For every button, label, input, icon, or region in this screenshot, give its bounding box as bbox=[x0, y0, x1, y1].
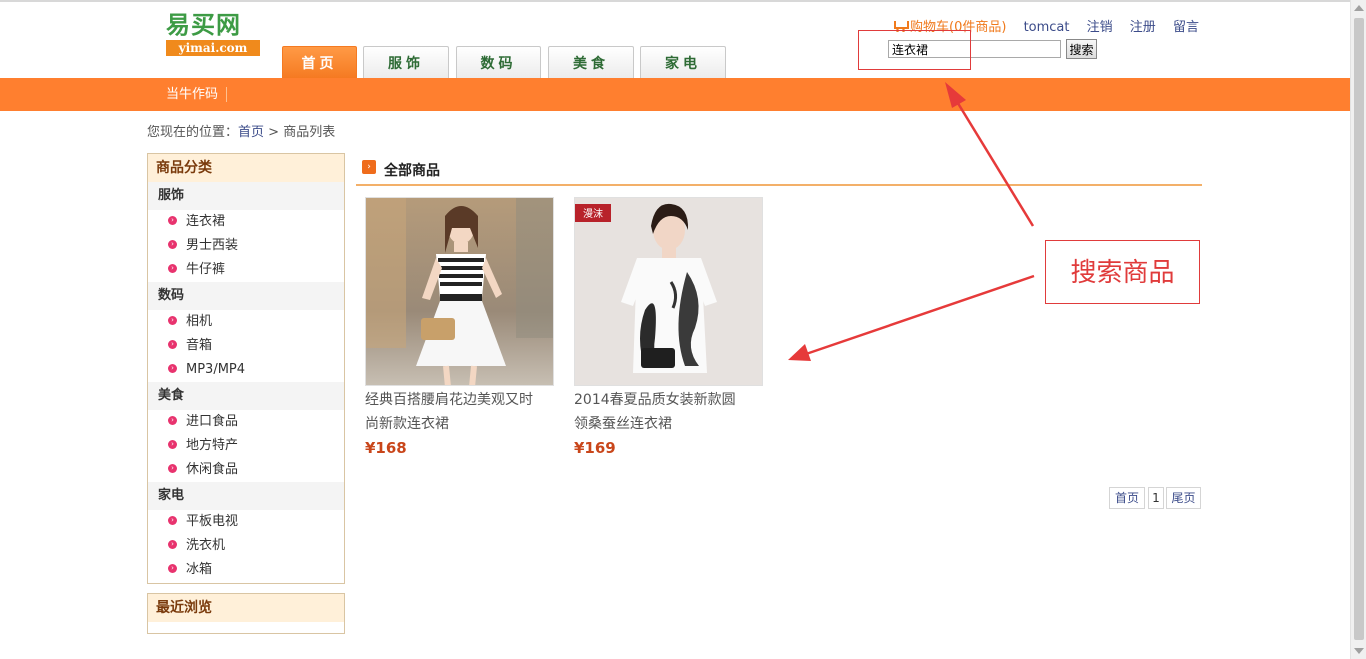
scroll-up-icon[interactable] bbox=[1354, 5, 1364, 11]
category-group-food[interactable]: 美食 bbox=[148, 382, 344, 410]
vertical-scrollbar[interactable] bbox=[1350, 0, 1366, 659]
product-image[interactable]: 漫沫 bbox=[574, 197, 763, 386]
sub-nav-bar: 当牛作码 bbox=[0, 78, 1350, 111]
category-item[interactable]: › 音箱 bbox=[148, 334, 344, 358]
nav-tab-home[interactable]: 首页 bbox=[282, 46, 357, 78]
product-price: ¥169 bbox=[574, 439, 616, 457]
recent-panel: 最近浏览 bbox=[147, 593, 345, 634]
top-border bbox=[0, 0, 1350, 2]
bullet-arrow-icon: › bbox=[168, 316, 177, 325]
bullet-arrow-icon: › bbox=[168, 264, 177, 273]
category-group-digital[interactable]: 数码 bbox=[148, 282, 344, 310]
bullet-arrow-icon: › bbox=[168, 540, 177, 549]
category-item[interactable]: › 相机 bbox=[148, 310, 344, 334]
nav-tab-clothing[interactable]: 服饰 bbox=[363, 46, 449, 78]
product-card: 经典百搭腰肩花边美观又时 尚新款连衣裙 ¥168 bbox=[365, 197, 555, 460]
product-image[interactable] bbox=[365, 197, 554, 386]
category-item[interactable]: › 进口食品 bbox=[148, 410, 344, 434]
category-item[interactable]: › 地方特产 bbox=[148, 434, 344, 458]
category-item[interactable]: › 休闲食品 bbox=[148, 458, 344, 482]
user-link[interactable]: tomcat bbox=[1024, 20, 1070, 35]
search-highlight-box bbox=[858, 30, 971, 70]
bullet-arrow-icon: › bbox=[168, 440, 177, 449]
annotation-arrow-line bbox=[805, 274, 1035, 356]
category-item[interactable]: › 洗衣机 bbox=[148, 534, 344, 558]
annotation-arrow-head bbox=[788, 344, 811, 361]
recent-title: 最近浏览 bbox=[148, 594, 344, 622]
register-link[interactable]: 注册 bbox=[1130, 16, 1156, 35]
product-price: ¥168 bbox=[365, 439, 407, 457]
category-item[interactable]: › 冰箱 bbox=[148, 558, 344, 582]
category-item[interactable]: › 连衣裙 bbox=[148, 210, 344, 234]
arrow-right-icon: › bbox=[362, 160, 376, 174]
bullet-arrow-icon: › bbox=[168, 240, 177, 249]
product-name[interactable]: 2014春夏品质女装新款圆 领桑蚕丝连衣裙 bbox=[574, 388, 764, 436]
category-item[interactable]: › 平板电视 bbox=[148, 510, 344, 534]
logo-chinese: 易买网 bbox=[166, 10, 241, 39]
page-number[interactable]: 1 bbox=[1148, 487, 1164, 509]
logo-english: yimai.com bbox=[166, 40, 260, 56]
bullet-arrow-icon: › bbox=[168, 464, 177, 473]
category-group-appliance[interactable]: 家电 bbox=[148, 482, 344, 510]
site-logo[interactable]: 易买网 yimai.com bbox=[166, 10, 260, 60]
category-item[interactable]: › 男士西装 bbox=[148, 234, 344, 258]
breadcrumb-current: 商品列表 bbox=[283, 125, 336, 140]
breadcrumb: 您现在的位置：首页 > 商品列表 bbox=[147, 121, 335, 140]
bullet-arrow-icon: › bbox=[168, 364, 177, 373]
bullet-arrow-icon: › bbox=[168, 416, 177, 425]
bullet-arrow-icon: › bbox=[168, 564, 177, 573]
product-list-title: 全部商品 bbox=[384, 163, 440, 179]
product-list-header: › 全部商品 bbox=[356, 154, 1202, 186]
product-brand-tag: 漫沫 bbox=[583, 208, 603, 220]
category-item[interactable]: › 牛仔裤 bbox=[148, 258, 344, 282]
message-link[interactable]: 留言 bbox=[1173, 16, 1199, 35]
breadcrumb-home[interactable]: 首页 bbox=[238, 125, 264, 140]
last-page-button[interactable]: 尾页 bbox=[1166, 487, 1201, 509]
bullet-arrow-icon: › bbox=[168, 340, 177, 349]
nav-tab-appliance[interactable]: 家电 bbox=[640, 46, 726, 78]
category-group-clothing[interactable]: 服饰 bbox=[148, 182, 344, 210]
category-panel: 商品分类 服饰 › 连衣裙 › 男士西装 › 牛仔裤 数码 › 相机 › 音箱 › MP3/… bbox=[147, 153, 345, 584]
scroll-down-icon[interactable] bbox=[1354, 648, 1364, 654]
first-page-button[interactable]: 首页 bbox=[1109, 487, 1145, 509]
search-button[interactable]: 搜索 bbox=[1066, 39, 1097, 59]
category-title: 商品分类 bbox=[148, 154, 344, 182]
product-card: 漫沫 2014春夏品质女装新款圆 领桑蚕丝连衣裙 ¥169 bbox=[574, 197, 764, 460]
bullet-arrow-icon: › bbox=[168, 216, 177, 225]
bullet-arrow-icon: › bbox=[168, 516, 177, 525]
nav-tab-digital[interactable]: 数码 bbox=[456, 46, 541, 78]
logout-link[interactable]: 注销 bbox=[1087, 16, 1113, 35]
breadcrumb-separator: > bbox=[268, 125, 280, 140]
product-name[interactable]: 经典百搭腰肩花边美观又时 尚新款连衣裙 bbox=[365, 388, 555, 436]
nav-tab-food[interactable]: 美食 bbox=[548, 46, 634, 78]
category-item[interactable]: › MP3/MP4 bbox=[148, 358, 344, 382]
sub-nav-item[interactable]: 当牛作码 bbox=[166, 87, 228, 102]
breadcrumb-prefix: 您现在的位置： bbox=[147, 125, 239, 140]
annotation-label: 搜索商品 bbox=[1045, 240, 1200, 304]
scrollbar-thumb[interactable] bbox=[1354, 18, 1364, 640]
